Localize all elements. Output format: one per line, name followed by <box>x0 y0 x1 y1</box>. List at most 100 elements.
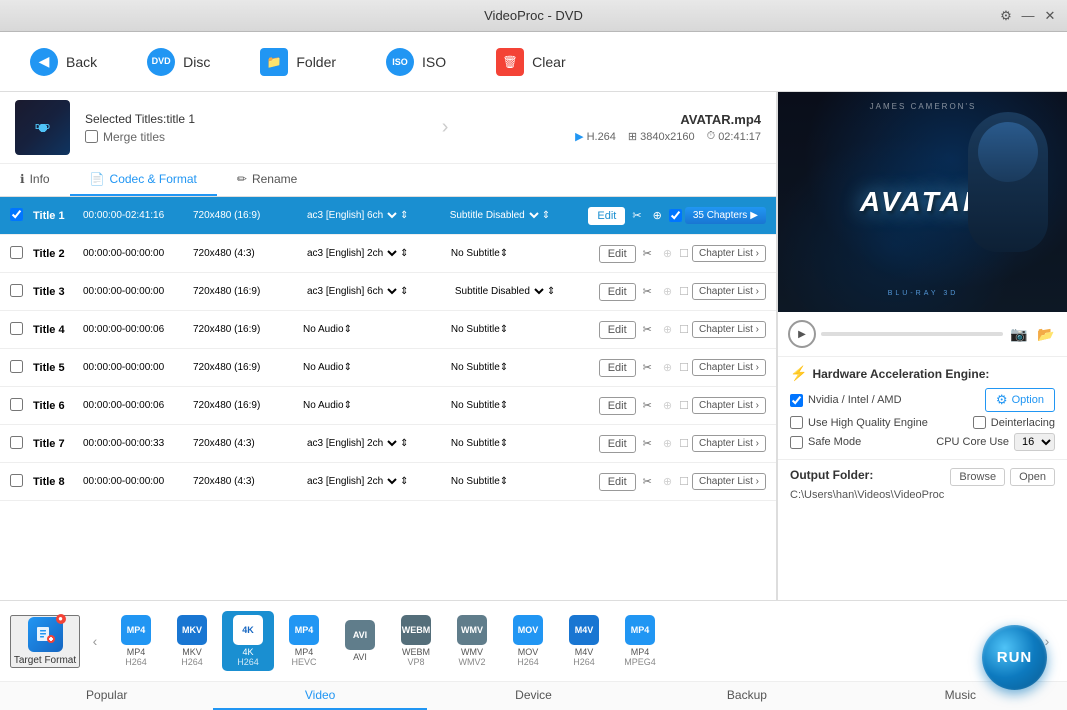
clear-button[interactable]: 🗑 Clear <box>486 43 575 81</box>
back-button[interactable]: ◀ Back <box>20 43 107 81</box>
audio-select[interactable]: ac3 [English] 2ch <box>303 247 400 260</box>
option-button[interactable]: ⚙ Option <box>985 388 1055 412</box>
edit-button[interactable]: Edit <box>599 283 636 301</box>
play-button[interactable]: ▶ <box>788 320 816 348</box>
format-item-mkv-h264[interactable]: MKV MKV H264 <box>166 611 218 671</box>
merge-icon-button[interactable]: ⊕ <box>659 359 676 376</box>
safe-mode-checkbox[interactable] <box>790 436 803 449</box>
title-checkbox[interactable] <box>10 208 23 221</box>
merge-titles-checkbox[interactable] <box>85 130 98 143</box>
folder-output-button[interactable]: 📂 <box>1035 323 1057 345</box>
format-tab-popular[interactable]: Popular <box>0 682 213 710</box>
tab-info[interactable]: ℹ Info <box>0 164 70 196</box>
hw-row2: Use High Quality Engine Deinterlacing <box>790 416 1055 429</box>
format-item-mp4-mpeg4[interactable]: MP4 MP4 MPEG4 <box>614 611 666 671</box>
cut-icon-button[interactable]: ✂ <box>639 321 656 338</box>
format-item-mp4-h264-1[interactable]: MP4 MP4 H264 <box>110 611 162 671</box>
chapter-list-button[interactable]: Chapter List › <box>692 283 766 300</box>
chapter-list-button[interactable]: Chapter List › <box>692 397 766 414</box>
title-audio: No Audio ⇕ <box>303 400 451 411</box>
title-audio: ac3 [English] 6ch ⇕ <box>303 285 451 298</box>
folder-button[interactable]: 📁 Folder <box>250 43 346 81</box>
chapter-list-button[interactable]: Chapter List › <box>692 359 766 376</box>
title-checkbox[interactable] <box>10 246 23 259</box>
format-tab-backup[interactable]: Backup <box>640 682 853 710</box>
deinterlacing-checkbox[interactable] <box>973 416 986 429</box>
edit-button[interactable]: Edit <box>599 435 636 453</box>
title-checkbox[interactable] <box>10 360 23 373</box>
format-item-wmv-wmv2[interactable]: WMV WMV WMV2 <box>446 611 498 671</box>
title-subtitle: No Subtitle ⇕ <box>451 324 599 335</box>
merge-icon-button[interactable]: ⊕ <box>659 245 676 262</box>
audio-select[interactable]: ac3 [English] 2ch <box>303 437 400 450</box>
title-checkbox[interactable] <box>10 474 23 487</box>
merge-icon-button[interactable]: ⊕ <box>659 321 676 338</box>
prev-format-button[interactable]: ‹ <box>85 631 105 651</box>
format-item-mp4-hevc[interactable]: MP4 MP4 HEVC <box>278 611 330 671</box>
open-button[interactable]: Open <box>1010 468 1055 486</box>
cut-icon-button[interactable]: ✂ <box>639 435 656 452</box>
subtitle-select[interactable]: Subtitle Disabled <box>446 209 542 222</box>
title-checkbox[interactable] <box>10 436 23 449</box>
format-tab-device[interactable]: Device <box>427 682 640 710</box>
chapters-button[interactable]: 35 Chapters ▶ <box>685 207 766 224</box>
format-item-4k-h264[interactable]: 4K 4K H264 <box>222 611 274 671</box>
edit-button[interactable]: Edit <box>599 245 636 263</box>
title-resolution: 720x480 (16:9) <box>193 210 303 221</box>
progress-bar[interactable] <box>821 332 1003 336</box>
tab-rename[interactable]: ✏ Rename <box>217 164 317 196</box>
high-quality-checkbox[interactable] <box>790 416 803 429</box>
browse-button[interactable]: Browse <box>950 468 1005 486</box>
merge-icon-button[interactable]: ⊕ <box>659 473 676 490</box>
hw-title: ⚡ Hardware Acceleration Engine: <box>790 365 1055 382</box>
merge-icon-button[interactable]: ⊕ <box>659 435 676 452</box>
cut-icon-button[interactable]: ✂ <box>639 397 656 414</box>
format-tab-video[interactable]: Video <box>213 682 426 710</box>
nvidia-checkbox[interactable] <box>790 394 803 407</box>
audio-select[interactable]: ac3 [English] 6ch <box>303 285 400 298</box>
title-checkbox[interactable] <box>10 398 23 411</box>
format-item-avi[interactable]: AVI AVI <box>334 616 386 666</box>
subtitle-select[interactable]: Subtitle Disabled <box>451 285 547 298</box>
cut-icon-button[interactable]: ✂ <box>639 245 656 262</box>
iso-button[interactable]: ISO ISO <box>376 43 456 81</box>
chapter-list-button[interactable]: Chapter List › <box>692 245 766 262</box>
edit-button[interactable]: Edit <box>599 359 636 377</box>
edit-button[interactable]: Edit <box>599 473 636 491</box>
title-checkbox[interactable] <box>10 284 23 297</box>
deinterlacing-check: Deinterlacing <box>973 416 1055 429</box>
audio-select[interactable]: ac3 [English] 6ch <box>303 209 400 222</box>
tab-codec-format[interactable]: 📄 Codec & Format <box>70 164 217 196</box>
chapter-list-button[interactable]: Chapter List › <box>692 435 766 452</box>
chapter-list-button[interactable]: Chapter List › <box>692 473 766 490</box>
target-format-button[interactable]: Target Format <box>10 615 80 668</box>
chapter-list-button[interactable]: Chapter List › <box>692 321 766 338</box>
cpu-core-dropdown[interactable]: 16 8 4 2 1 <box>1014 433 1055 451</box>
merge-icon-button[interactable]: ⊕ <box>659 283 676 300</box>
format-item-m4v-h264[interactable]: M4V M4V H264 <box>558 611 610 671</box>
run-button[interactable]: RUN <box>982 625 1047 690</box>
title-checkbox[interactable] <box>10 322 23 335</box>
toolbar: ◀ Back DVD Disc 📁 Folder ISO ISO 🗑 Clear <box>0 32 1067 92</box>
merge-icon-button[interactable]: ⊕ <box>659 397 676 414</box>
format-item-mov-h264[interactable]: MOV MOV H264 <box>502 611 554 671</box>
screenshot-button[interactable]: 📷 <box>1008 323 1030 345</box>
audio-select[interactable]: ac3 [English] 2ch <box>303 475 400 488</box>
cut-icon-button[interactable]: ✂ <box>639 283 656 300</box>
cut-icon-button[interactable]: ✂ <box>639 473 656 490</box>
format-tab-music[interactable]: Music <box>854 682 1067 710</box>
merge-icon-button[interactable]: ⊕ <box>649 207 666 224</box>
edit-button[interactable]: Edit <box>588 207 625 225</box>
edit-button[interactable]: Edit <box>599 397 636 415</box>
chapter-checkbox[interactable] <box>669 209 682 222</box>
settings-btn[interactable]: ⚙ <box>999 9 1013 23</box>
edit-button[interactable]: Edit <box>599 321 636 339</box>
no-subtitle-label: No Subtitle <box>451 400 500 411</box>
minimize-btn[interactable]: — <box>1021 9 1035 23</box>
cut-icon-button[interactable]: ✂ <box>628 207 645 224</box>
close-btn[interactable]: ✕ <box>1043 9 1057 23</box>
disc-label: Disc <box>183 54 210 70</box>
format-item-webm-vp8[interactable]: WEBM WEBM VP8 <box>390 611 442 671</box>
cut-icon-button[interactable]: ✂ <box>639 359 656 376</box>
disc-button[interactable]: DVD Disc <box>137 43 220 81</box>
